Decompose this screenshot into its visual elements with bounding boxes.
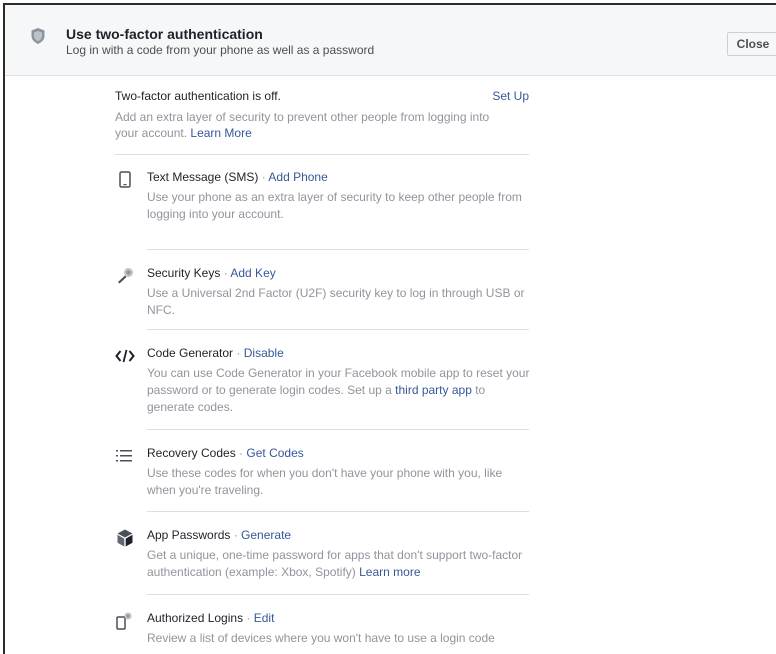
method-description: You can use Code Generator in your Faceb… — [147, 365, 531, 416]
phone-icon — [115, 170, 135, 190]
add-key-link[interactable]: Add Key — [230, 266, 275, 280]
method-description: Review a list of devices where you won't… — [147, 631, 495, 645]
method-authorized-logins: Authorized Logins · Edit Review a list o… — [115, 611, 529, 651]
two-factor-panel: Use two-factor authentication Log in wit… — [3, 3, 776, 654]
status-title: Two-factor authentication is off. — [115, 89, 281, 103]
divider — [147, 329, 529, 330]
learn-more-link[interactable]: Learn more — [359, 565, 420, 579]
cube-icon — [115, 528, 135, 548]
divider — [147, 429, 529, 430]
method-header: Code Generator · Disable — [147, 346, 284, 360]
method-title: App Passwords — [147, 528, 231, 542]
method-security-keys: Security Keys · Add Key Use a Universal … — [115, 266, 529, 317]
method-recovery-codes: Recovery Codes · Get Codes Use these cod… — [115, 446, 529, 497]
method-app-passwords: App Passwords · Generate Get a unique, o… — [115, 528, 531, 581]
separator: · — [233, 346, 244, 360]
separator: · — [243, 611, 254, 625]
generate-link[interactable]: Generate — [241, 528, 291, 542]
separator: · — [258, 170, 269, 184]
method-description: Use these codes for when you don't have … — [147, 466, 503, 497]
method-header: Text Message (SMS) · Add Phone — [147, 170, 328, 184]
desc-text: Get a unique, one-time password for apps… — [147, 548, 523, 579]
method-text-message: Text Message (SMS) · Add Phone Use your … — [115, 170, 529, 230]
page-title: Use two-factor authentication — [66, 26, 263, 42]
method-title: Security Keys — [147, 266, 221, 280]
separator: · — [220, 266, 231, 280]
method-header: Security Keys · Add Key — [147, 266, 276, 280]
method-header: Authorized Logins · Edit — [147, 611, 274, 625]
list-icon — [115, 446, 135, 466]
divider — [147, 511, 529, 512]
status-description: Add an extra layer of security to preven… — [115, 109, 515, 141]
method-description: Use a Universal 2nd Factor (U2F) securit… — [147, 286, 525, 317]
key-icon — [115, 266, 135, 286]
method-header: Recovery Codes · Get Codes — [147, 446, 304, 460]
method-header: App Passwords · Generate — [147, 528, 291, 542]
panel-header: Use two-factor authentication Log in wit… — [5, 5, 776, 76]
disable-link[interactable]: Disable — [244, 346, 284, 360]
divider — [115, 154, 529, 155]
method-title: Text Message (SMS) — [147, 170, 259, 184]
close-button[interactable]: Close — [727, 32, 776, 56]
learn-more-link[interactable]: Learn More — [190, 126, 251, 140]
separator: · — [235, 446, 247, 460]
page-subtitle: Log in with a code from your phone as we… — [66, 43, 375, 57]
get-codes-link[interactable]: Get Codes — [246, 446, 303, 460]
method-description: Use your phone as an extra layer of secu… — [147, 190, 522, 221]
method-description: Get a unique, one-time password for apps… — [147, 547, 531, 581]
device-icon — [115, 611, 135, 631]
status-section: Two-factor authentication is off. Set Up… — [115, 89, 529, 141]
method-title: Authorized Logins — [147, 611, 244, 625]
edit-link[interactable]: Edit — [254, 611, 275, 625]
shield-icon — [31, 28, 45, 44]
setup-link[interactable]: Set Up — [492, 89, 529, 103]
divider — [147, 249, 529, 250]
divider — [147, 594, 529, 595]
code-icon — [115, 346, 135, 366]
method-code-generator: Code Generator · Disable You can use Cod… — [115, 346, 529, 416]
method-title: Code Generator — [147, 346, 234, 360]
third-party-app-link[interactable]: third party app — [395, 383, 472, 397]
add-phone-link[interactable]: Add Phone — [268, 170, 327, 184]
status-desc-text: Add an extra layer of security to preven… — [115, 110, 490, 140]
separator: · — [230, 528, 242, 542]
method-title: Recovery Codes — [147, 446, 236, 460]
